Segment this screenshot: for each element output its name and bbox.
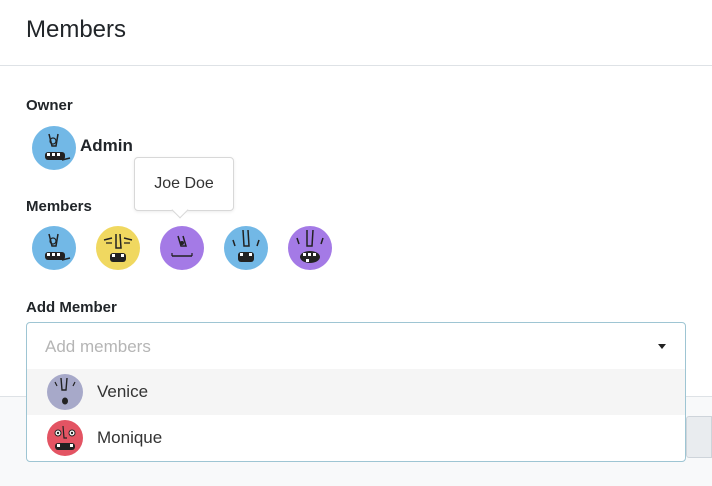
add-member-label: Add Member <box>26 299 117 316</box>
owner-label: Owner <box>26 97 73 114</box>
owner-avatar <box>32 126 76 170</box>
member-avatar[interactable] <box>96 226 140 270</box>
option-label: Venice <box>97 382 149 401</box>
owner-name: Admin <box>80 136 133 155</box>
option-avatar <box>47 420 83 456</box>
add-member-input[interactable]: Add members <box>27 323 685 369</box>
option-venice[interactable]: Venice <box>27 369 685 415</box>
member-avatar[interactable] <box>224 226 268 270</box>
member-avatar[interactable] <box>160 226 204 270</box>
member-avatar[interactable] <box>288 226 332 270</box>
option-monique[interactable]: Monique <box>27 415 685 461</box>
option-avatar <box>47 374 83 410</box>
option-label: Monique <box>97 428 163 447</box>
owner-row: Admin <box>32 126 133 170</box>
modal-title: Members <box>26 16 127 43</box>
chevron-down-icon[interactable] <box>658 344 666 349</box>
members-modal: Members Owner Admin Joe Doe Members Add … <box>0 0 712 486</box>
add-member-select[interactable]: Add members Venice Monique <box>26 322 686 462</box>
member-tooltip: Joe Doe <box>134 157 234 211</box>
add-member-placeholder: Add members <box>45 337 151 356</box>
members-label: Members <box>26 198 92 215</box>
member-avatar[interactable] <box>32 226 76 270</box>
modal-header: Members <box>0 0 712 66</box>
members-avatar-list <box>32 226 352 270</box>
footer-button[interactable] <box>686 416 712 458</box>
